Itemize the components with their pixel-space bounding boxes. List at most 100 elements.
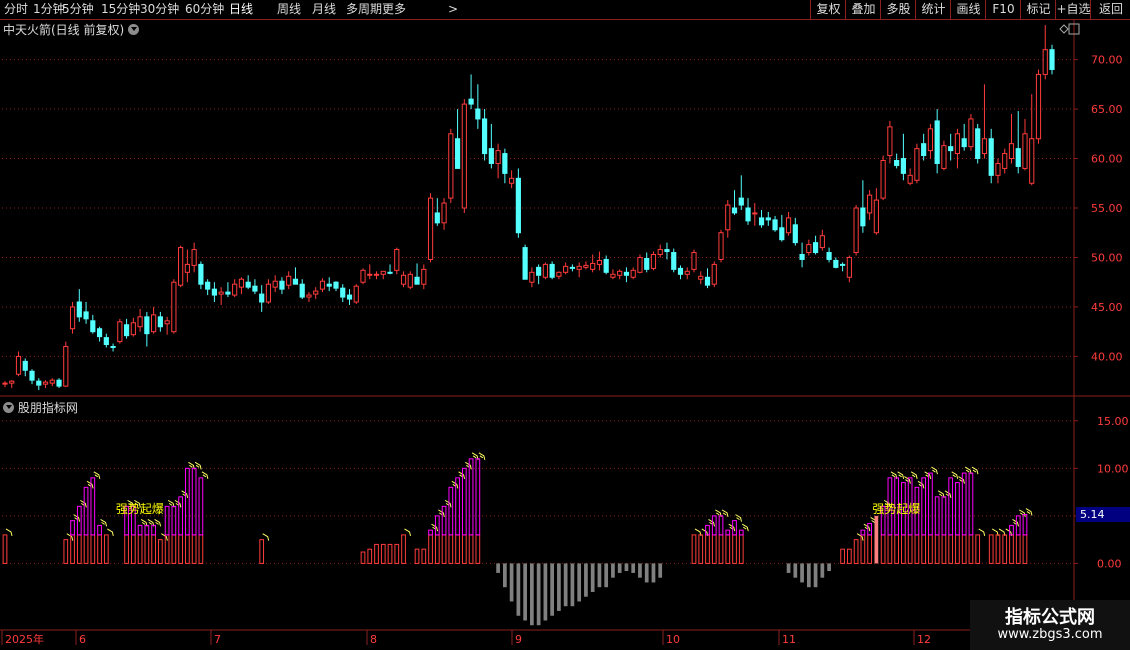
date-tick-label: 11 — [782, 633, 796, 646]
indicator-bar — [738, 534, 744, 564]
candle — [522, 244, 528, 280]
candle — [171, 279, 177, 334]
candle — [765, 211, 771, 226]
candle — [988, 128, 994, 184]
candle — [461, 99, 467, 213]
candle — [468, 74, 474, 110]
chart-canvas[interactable]: 强势起爆 强势起爆 70.0065.0060.0055.0050.0045.004… — [0, 0, 1130, 650]
candle — [110, 343, 116, 352]
candle — [265, 279, 272, 304]
indicator-bar — [955, 534, 960, 564]
candle — [921, 133, 927, 161]
candle — [833, 257, 839, 269]
candle — [515, 168, 521, 238]
indicator-bar — [1015, 534, 1021, 564]
candle — [414, 263, 420, 285]
candle — [286, 271, 292, 290]
candle — [218, 287, 224, 305]
indicator-bar-upper — [955, 482, 960, 536]
candle — [644, 252, 650, 273]
price-tick-label: 55.00 — [1091, 202, 1123, 215]
candle — [319, 278, 326, 293]
candle — [481, 109, 488, 161]
indicator-bar-upper — [732, 520, 737, 536]
indicator-bar — [894, 534, 899, 564]
candle — [596, 251, 603, 271]
diamond-icon[interactable] — [1059, 24, 1069, 34]
candle — [279, 277, 285, 295]
indicator-bar — [698, 534, 704, 564]
indicator-bar — [732, 534, 737, 564]
candle — [812, 235, 819, 255]
candle — [313, 287, 319, 300]
candle — [367, 264, 373, 280]
indicator-bar-negative — [624, 563, 629, 572]
candle — [123, 318, 130, 339]
indicator-bar — [880, 534, 886, 564]
indicator-bar — [394, 543, 400, 564]
indicator-bar-negative — [813, 563, 818, 588]
indicator-bar-negative — [827, 563, 831, 572]
date-tick-label: 8 — [370, 633, 377, 646]
candle — [1049, 44, 1055, 75]
candle — [826, 247, 832, 263]
date-tick-label: 2025年 — [5, 632, 44, 646]
indicator-bar-negative — [509, 563, 514, 602]
candle — [103, 333, 109, 348]
indicator-bar-upper — [97, 524, 102, 536]
candle — [272, 275, 278, 293]
indicator-bar — [259, 539, 265, 564]
indicator-bar-upper — [70, 520, 75, 536]
candle — [259, 285, 265, 312]
indicator-bar-negative — [570, 563, 575, 607]
candle — [1022, 118, 1028, 171]
indicator-bar — [725, 534, 731, 564]
candle — [96, 326, 103, 342]
candle — [1029, 94, 1035, 186]
indicator-bar-negative — [651, 563, 656, 583]
indicator-bar-negative — [516, 563, 521, 616]
candle — [164, 316, 170, 335]
candle — [819, 229, 825, 251]
indicator-bar — [178, 534, 183, 564]
indicator-bar — [901, 534, 906, 564]
indicator-bar-negative — [503, 563, 507, 588]
candle — [232, 279, 238, 298]
indicator-bar — [171, 534, 177, 564]
indicator-bar — [988, 534, 994, 564]
candle — [630, 267, 636, 280]
indicator-bar-upper — [448, 486, 454, 536]
indicator-bar — [97, 534, 102, 564]
candle — [752, 203, 758, 226]
indicator-bar-upper — [164, 505, 170, 536]
indicator-bar — [1002, 534, 1008, 564]
candle — [846, 255, 852, 283]
indicator-bar — [1022, 534, 1028, 564]
candle — [353, 284, 359, 304]
indicator-bar-negative — [530, 563, 534, 626]
indicator-bar-upper — [144, 524, 150, 536]
indicator-bar — [853, 539, 859, 564]
date-tick-label: 10 — [666, 633, 680, 646]
indicator-bar — [144, 534, 150, 564]
candle — [157, 311, 163, 332]
indicator-bar — [414, 548, 420, 564]
candle — [671, 248, 677, 273]
candle — [488, 123, 494, 169]
candle — [427, 193, 434, 263]
indicator-bar — [401, 534, 406, 564]
candle — [961, 123, 967, 151]
indicator-bar — [455, 534, 460, 564]
candle — [184, 249, 190, 283]
candle — [549, 261, 555, 280]
candle — [387, 264, 393, 275]
candle — [779, 214, 785, 242]
indicator-bar-upper — [738, 529, 744, 536]
indicator-bar — [867, 534, 872, 564]
candle — [49, 378, 55, 387]
indicator-bar — [995, 534, 1001, 564]
candle — [407, 271, 413, 290]
indicator-bar — [718, 534, 724, 564]
indicator-bar-upper — [475, 458, 481, 536]
candle — [799, 242, 805, 268]
